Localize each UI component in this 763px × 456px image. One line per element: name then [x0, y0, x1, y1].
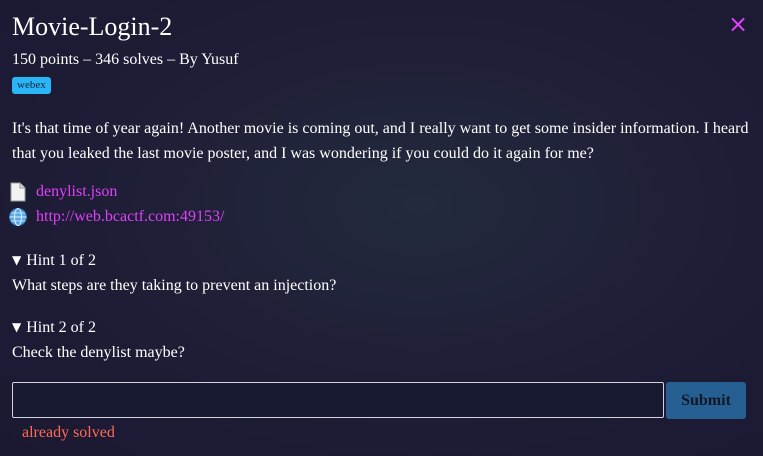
triangle-down-icon: ▼ — [12, 320, 22, 334]
hint-2-toggle[interactable]: ▼ Hint 2 of 2 — [12, 318, 96, 338]
category-tag: webex — [12, 77, 51, 94]
challenge-description: It's that time of year again! Another mo… — [12, 120, 749, 162]
submit-button[interactable]: Submit — [666, 382, 746, 419]
hint-2-summary: Hint 2 of 2 — [26, 319, 97, 336]
attachment-file: denylist.json — [8, 181, 117, 203]
challenge-title: Movie-Login-2 — [12, 12, 173, 41]
triangle-down-icon: ▼ — [12, 253, 22, 267]
hint-1-text: What steps are they taking to prevent an… — [12, 277, 337, 294]
globe-icon — [8, 207, 28, 227]
hint-1-toggle[interactable]: ▼ Hint 1 of 2 — [12, 251, 96, 271]
hint-2-text: Check the denylist maybe? — [12, 344, 185, 361]
denylist-link[interactable]: denylist.json — [36, 183, 117, 201]
challenge-modal: Movie-Login-2 × 150 points – 346 solves … — [0, 0, 763, 456]
solve-status: already solved — [22, 424, 115, 441]
challenge-meta: 150 points – 346 solves – By Yusuf — [12, 51, 239, 68]
hint-1-summary: Hint 1 of 2 — [26, 252, 97, 269]
attachment-url: http://web.bcactf.com:49153/ — [8, 206, 224, 228]
challenge-url-link[interactable]: http://web.bcactf.com:49153/ — [36, 208, 224, 226]
close-icon[interactable]: × — [726, 12, 750, 36]
file-icon — [8, 182, 28, 202]
flag-input[interactable] — [12, 382, 664, 418]
